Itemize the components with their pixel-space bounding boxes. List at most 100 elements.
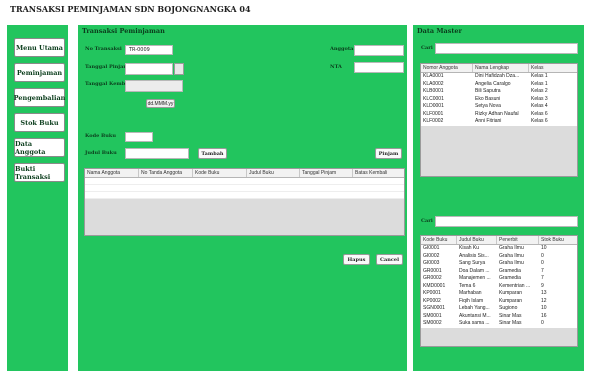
table-cell: SM0001 (423, 312, 442, 319)
window-title: TRANSAKSI PEMINJAMAN SDN BOJONGNANGKA 04 (10, 4, 251, 14)
table-row[interactable]: KLA0001 Dini Hafidzah Dza... Kelas 1 (421, 73, 577, 81)
table-row[interactable]: KLB0001 Bili Saputra Kelas 2 (421, 88, 577, 96)
table-cell: Graha Ilmu (499, 245, 524, 251)
no-transaksi-label: No Transaksi (85, 46, 122, 52)
table-row[interactable]: SM0002 Suka sama ... Sinar Mas 0 (421, 320, 577, 328)
table-cell: Setya Nova (475, 103, 501, 109)
table-cell: Manajemen ... (459, 275, 491, 281)
transaksi-panel: Transaksi Peminjaman No Transaksi TR-000… (78, 25, 407, 371)
table-cell: 7 (541, 267, 544, 274)
table-row[interactable]: GI0003 Sang Surya Graha Ilmu 0 (421, 260, 577, 268)
table-cell: Doa Dalam ... (459, 267, 490, 274)
anggota-label: Anggota (330, 46, 354, 52)
table-cell: Kelas 3 (531, 95, 548, 102)
table-row[interactable]: KLF0001 Rizky Adhan Naufal Kelas 6 (421, 110, 577, 118)
table-cell: KLA0001 (423, 73, 444, 79)
column-header[interactable]: Kelas (529, 64, 577, 72)
table-row[interactable]: KP0002 Fiqih Islam Kumparan 12 (421, 297, 577, 305)
column-header[interactable]: Nama Lengkap (473, 64, 529, 72)
table-cell: 10 (541, 305, 547, 311)
table-cell: Lebah Yang... (459, 305, 490, 311)
date-format-indicator: dd.MMM.yy (146, 99, 175, 108)
column-header[interactable]: Penerbit (497, 236, 539, 244)
table-cell: KLB0001 (423, 88, 444, 94)
table-row[interactable]: KLF0002 Anni Fitriani Kelas 6 (421, 118, 577, 126)
buku-table[interactable]: Kode Buku Judul Buku Penerbit Stok Buku … (420, 235, 578, 347)
table-cell: Dini Hafidzah Dza... (475, 73, 520, 79)
column-header[interactable]: Tanggal Pinjam (300, 169, 353, 177)
peminjaman-button[interactable]: Peminjaman (14, 63, 65, 82)
calendar-icon[interactable] (174, 63, 184, 75)
tanggal-pinjam-field[interactable] (125, 63, 173, 75)
table-cell: Anni Fitriani (475, 118, 502, 124)
table-row[interactable]: KLD0001 Setya Nova Kelas 4 (421, 103, 577, 111)
anggota-field[interactable] (354, 45, 404, 56)
table-row[interactable]: SGN0001 Lebah Yang... Sugiono 10 (421, 305, 577, 313)
menu-utama-button[interactable]: Menu Utama (14, 38, 65, 57)
table-cell: GR0002 (423, 275, 442, 281)
buku-table-header: Kode Buku Judul Buku Penerbit Stok Buku (421, 236, 577, 245)
pengembalian-button[interactable]: Pengembalian (14, 88, 65, 107)
table-row[interactable]: GI0001 Kisah Ku Graha Ilmu 10 (421, 245, 577, 253)
table-cell: Sinar Mas (499, 320, 522, 326)
table-cell: Graha Ilmu (499, 252, 524, 259)
table-cell: Kisah Ku (459, 245, 480, 251)
table-cell: Eko Basuni (475, 95, 501, 102)
transaksi-table[interactable]: Nama Anggota No Tanda Anggota Kode Buku … (84, 168, 405, 236)
table-cell: 0 (541, 320, 544, 326)
column-header[interactable]: Kode Buku (193, 169, 247, 177)
cancel-button[interactable]: Cancel (376, 254, 403, 265)
table-row[interactable]: SM0001 Akuntansi M... Sinar Mas 16 (421, 312, 577, 320)
hapus-button[interactable]: Hapus (343, 254, 370, 265)
table-row[interactable]: KP0001 Marhaban Kumparan 13 (421, 290, 577, 298)
pinjam-button[interactable]: Pinjam (375, 148, 402, 159)
anggota-table-header: Nomor Anggota Nama Lengkap Kelas (421, 64, 577, 73)
table-cell: Graha Ilmu (499, 260, 524, 266)
column-header[interactable]: Kode Buku (421, 236, 457, 244)
table-row[interactable]: KLC0001 Eko Basuni Kelas 3 (421, 95, 577, 103)
column-header[interactable]: Judul Buku (247, 169, 300, 177)
table-cell: Suka sama ... (459, 320, 490, 326)
judul-buku-field[interactable] (125, 148, 189, 159)
table-cell: KLA0002 (423, 80, 444, 87)
nta-field[interactable] (354, 62, 404, 73)
table-row[interactable] (85, 185, 404, 192)
table-cell: Sugiono (499, 305, 518, 311)
tambah-button[interactable]: Tambah (198, 148, 227, 159)
cari-anggota-input[interactable] (435, 43, 578, 54)
no-transaksi-field[interactable]: TR-0009 (125, 45, 173, 55)
table-cell: 7 (541, 275, 544, 281)
kode-buku-label: Kode Buku (85, 133, 116, 139)
column-header[interactable]: Batas Kembali (353, 169, 404, 177)
anggota-table[interactable]: Nomor Anggota Nama Lengkap Kelas KLA0001… (420, 63, 578, 177)
column-header[interactable]: Stok Buku (539, 236, 577, 244)
data-master-title: Data Master (417, 27, 462, 35)
table-cell: Tema 6 (459, 282, 476, 289)
cari-buku-input[interactable] (435, 216, 578, 227)
kode-buku-field[interactable] (125, 132, 153, 142)
table-cell: Gramedia (499, 275, 521, 281)
column-header[interactable]: Nomor Anggota (421, 64, 473, 72)
table-cell: Fiqih Islam (459, 297, 484, 304)
table-cell: Angelia Caralgo (475, 80, 511, 87)
table-row[interactable]: GR0002 Manajemen ... Gramedia 7 (421, 275, 577, 283)
bukti-transaksi-button[interactable]: Bukti Transaksi (14, 163, 65, 182)
table-row[interactable]: KLA0002 Angelia Caralgo Kelas 1 (421, 80, 577, 88)
table-row[interactable]: GR0001 Doa Dalam ... Gramedia 7 (421, 267, 577, 275)
table-cell: KP0001 (423, 290, 441, 296)
column-header[interactable]: Nama Anggota (85, 169, 139, 177)
table-cell: KLF0002 (423, 118, 444, 124)
table-row[interactable]: KMD0001 Tema 6 Kementrian ... 9 (421, 282, 577, 290)
table-row[interactable] (85, 192, 404, 199)
stok-buku-button[interactable]: Stok Buku (14, 113, 65, 132)
table-row[interactable]: GI0002 Analisis Sis... Graha Ilmu 0 (421, 252, 577, 260)
anggota-table-body: KLA0001 Dini Hafidzah Dza... Kelas 1 KLA000… (421, 73, 577, 126)
column-header[interactable]: No Tanda Anggota (139, 169, 193, 177)
table-row[interactable] (85, 178, 404, 185)
table-cell: Marhaban (459, 290, 482, 296)
table-cell: Sang Surya (459, 260, 486, 266)
table-cell: Rizky Adhan Naufal (475, 110, 519, 117)
data-anggota-button[interactable]: Data Anggota (14, 138, 65, 157)
column-header[interactable]: Judul Buku (457, 236, 497, 244)
table-cell: Kelas 1 (531, 73, 548, 79)
